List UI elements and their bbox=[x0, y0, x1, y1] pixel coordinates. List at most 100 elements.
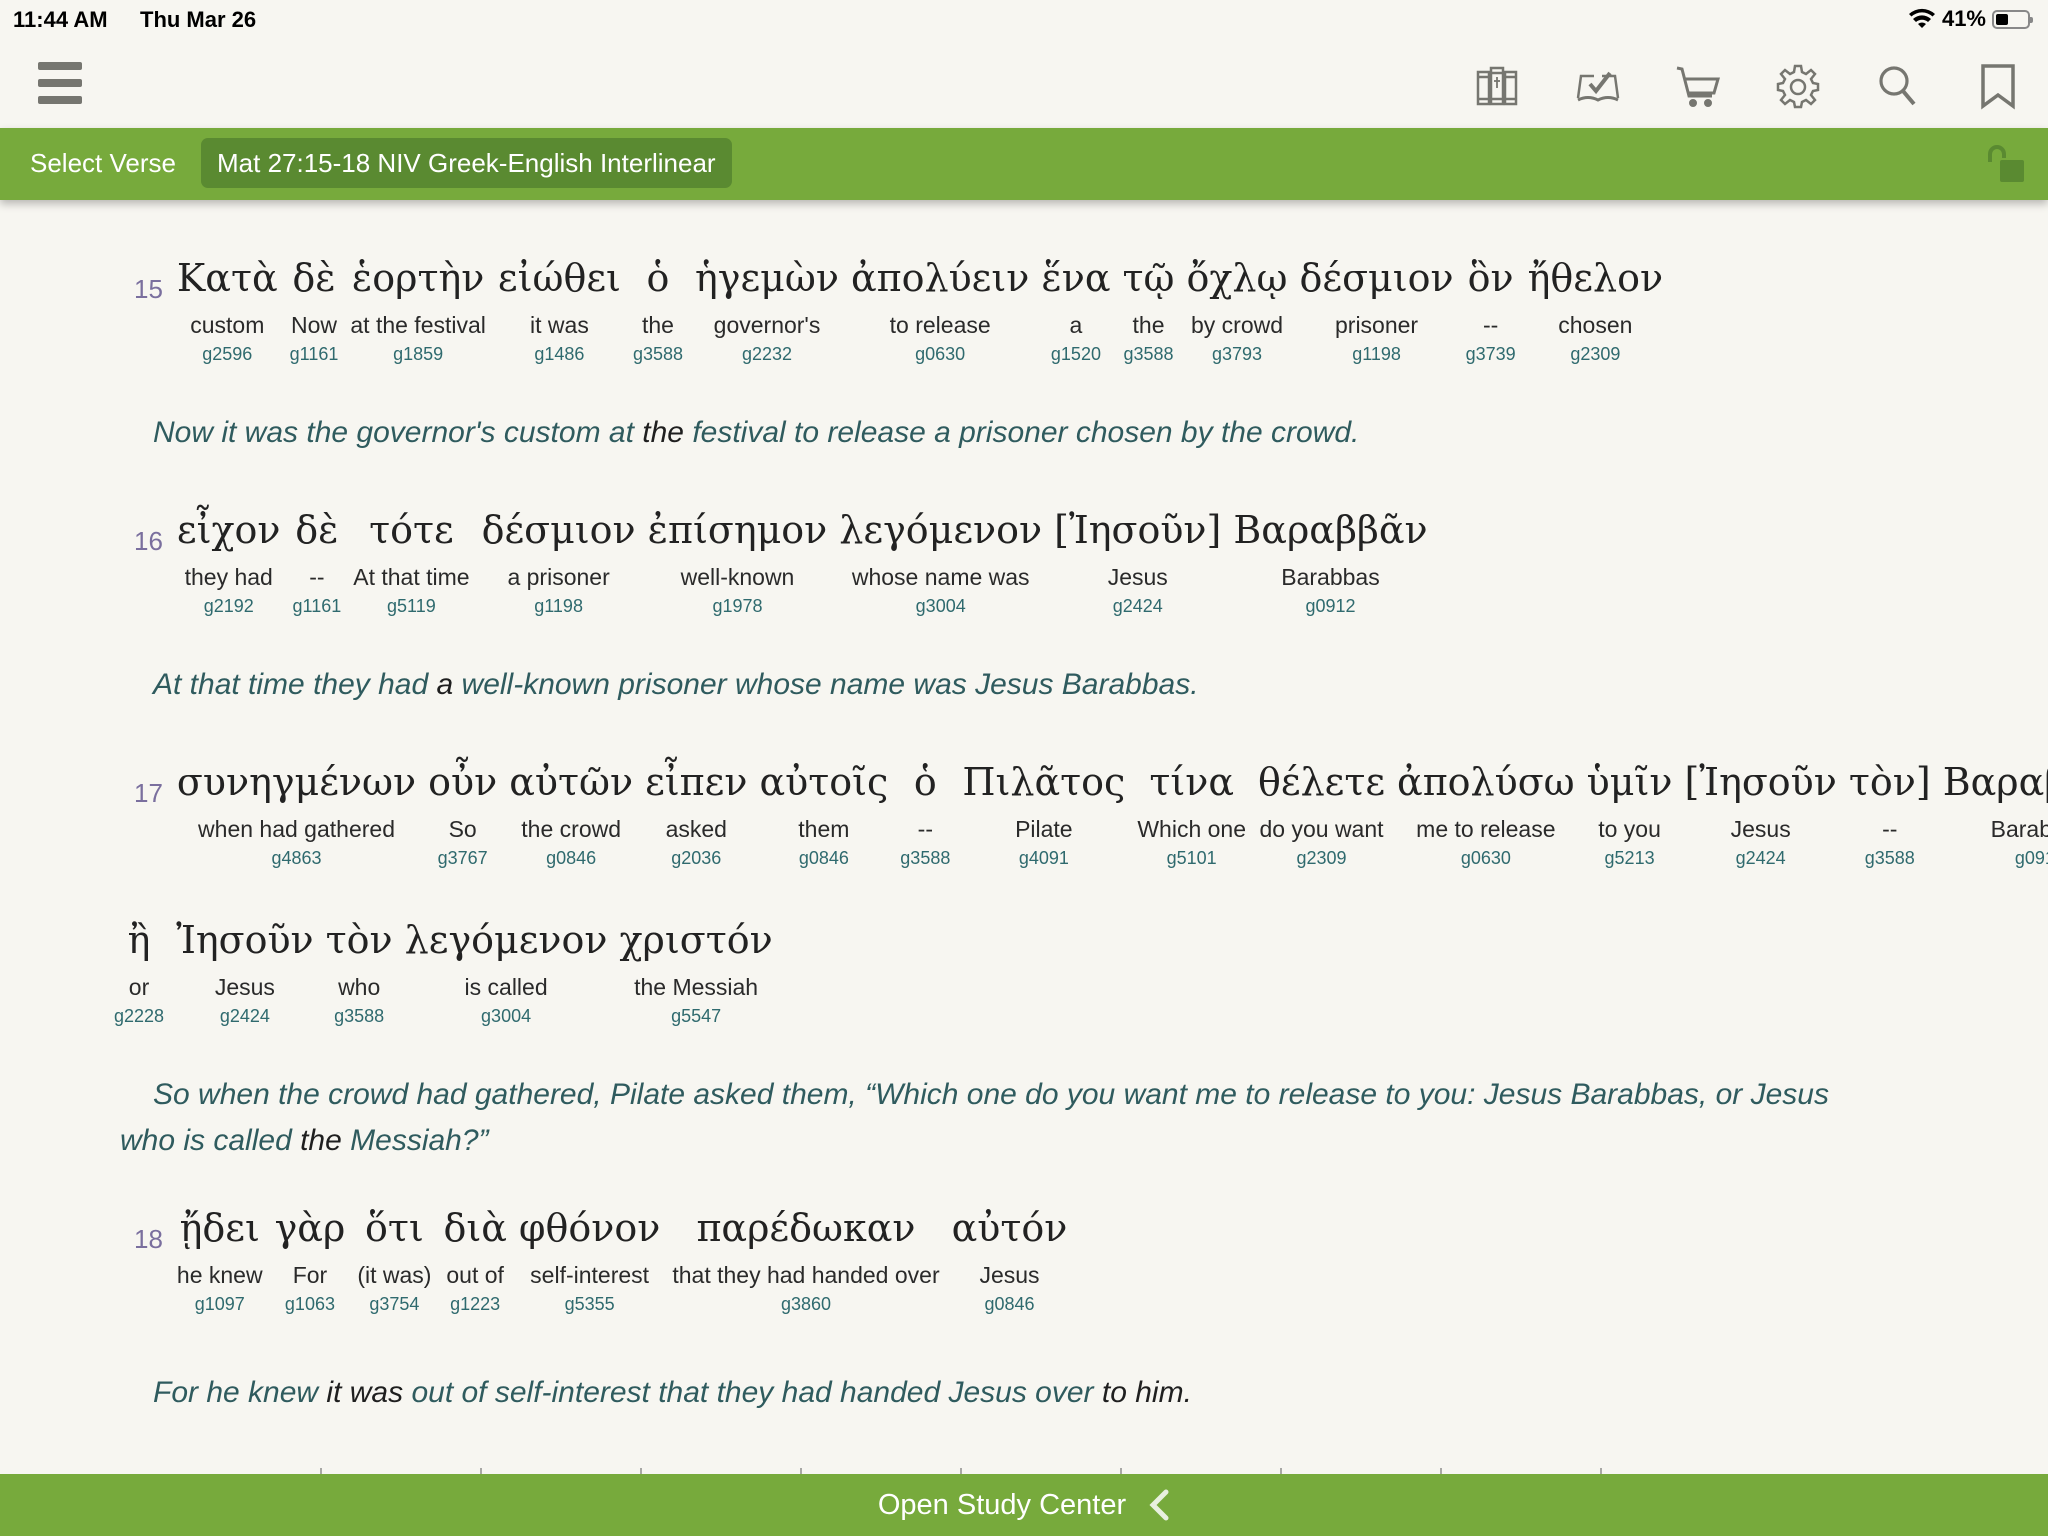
interlinear-word[interactable]: ἐπίσημον well-known g1978 bbox=[648, 502, 828, 620]
interlinear-word[interactable]: ἀπολύειν to release g0630 bbox=[851, 250, 1029, 368]
interlinear-word[interactable]: ἢ or g2228 bbox=[114, 912, 164, 1030]
settings-button[interactable] bbox=[1772, 60, 1824, 112]
strongs-number-link[interactable]: g3739 bbox=[1466, 340, 1516, 368]
interlinear-word[interactable]: Πιλᾶτος Pilate g4091 bbox=[962, 754, 1125, 872]
strongs-number-link[interactable]: g1198 bbox=[534, 592, 583, 620]
strongs-number-link[interactable]: g5547 bbox=[671, 1002, 721, 1030]
strongs-number-link[interactable]: g4863 bbox=[271, 844, 321, 872]
interlinear-word[interactable]: χριστόν the Messiah g5547 bbox=[620, 912, 773, 1030]
strongs-number-link[interactable]: g0846 bbox=[546, 844, 596, 872]
strongs-number-link[interactable]: g1223 bbox=[450, 1290, 500, 1318]
strongs-number-link[interactable]: g3793 bbox=[1212, 340, 1262, 368]
interlinear-word[interactable]: τότε At that time g5119 bbox=[353, 502, 469, 620]
interlinear-word[interactable]: ἡγεμὼν governor's g2232 bbox=[695, 250, 839, 368]
strongs-number-link[interactable]: g1978 bbox=[712, 592, 762, 620]
strongs-number-link[interactable]: g5119 bbox=[387, 592, 436, 620]
strongs-number-link[interactable]: g0912 bbox=[1305, 592, 1355, 620]
interlinear-word[interactable]: διὰ out of g1223 bbox=[443, 1200, 506, 1318]
verse-number[interactable]: 16 bbox=[134, 526, 163, 557]
strongs-number-link[interactable]: g2596 bbox=[202, 340, 252, 368]
interlinear-word[interactable]: ὅτι (it was) g3754 bbox=[357, 1200, 431, 1318]
strongs-number-link[interactable]: g1198 bbox=[1352, 340, 1401, 368]
strongs-number-link[interactable]: g2192 bbox=[204, 592, 254, 620]
strongs-number-link[interactable]: g3588 bbox=[900, 844, 950, 872]
interlinear-word[interactable]: τίνα Which one g5101 bbox=[1137, 754, 1246, 872]
strongs-number-link[interactable]: g3754 bbox=[369, 1290, 419, 1318]
strongs-number-link[interactable]: g3588 bbox=[1123, 340, 1173, 368]
open-study-center-button[interactable]: Open Study Center bbox=[0, 1474, 2048, 1536]
interlinear-word[interactable]: λεγόμενον whose name was g3004 bbox=[839, 502, 1042, 620]
interlinear-word[interactable]: αὐτοῖς them g0846 bbox=[759, 754, 888, 872]
strongs-number-link[interactable]: g5355 bbox=[565, 1290, 615, 1318]
reference-selector[interactable]: Mat 27:15-18 NIV Greek-English Interline… bbox=[201, 138, 732, 188]
strongs-number-link[interactable]: g1486 bbox=[534, 340, 584, 368]
interlinear-word[interactable]: τὸν who g3588 bbox=[326, 912, 393, 1030]
interlinear-word[interactable]: ὃν -- g3739 bbox=[1466, 250, 1516, 368]
interlinear-word[interactable]: αὐτῶν the crowd g0846 bbox=[509, 754, 633, 872]
strongs-number-link[interactable]: g3588 bbox=[1865, 844, 1915, 872]
interlinear-word[interactable]: ἕνα a g1520 bbox=[1041, 250, 1110, 368]
cart-button[interactable] bbox=[1672, 60, 1724, 112]
interlinear-word[interactable]: γὰρ For g1063 bbox=[275, 1200, 346, 1318]
interlinear-word[interactable]: ᾔδει he knew g1097 bbox=[177, 1200, 263, 1318]
strongs-number-link[interactable]: g1161 bbox=[293, 592, 342, 620]
strongs-number-link[interactable]: g0630 bbox=[1461, 844, 1511, 872]
interlinear-word[interactable]: [Ἰησοῦν] Jesus g2424 bbox=[1054, 502, 1221, 620]
strongs-number-link[interactable]: g3004 bbox=[916, 592, 966, 620]
strongs-number-link[interactable]: g5101 bbox=[1167, 844, 1217, 872]
interlinear-word[interactable]: ἑορτὴν at the festival g1859 bbox=[350, 250, 486, 368]
strongs-number-link[interactable]: g3588 bbox=[334, 1002, 384, 1030]
interlinear-word[interactable]: δὲ Now g1161 bbox=[290, 250, 339, 368]
interlinear-word[interactable]: ὁ the g3588 bbox=[633, 250, 683, 368]
strongs-number-link[interactable]: g2228 bbox=[114, 1002, 164, 1030]
strongs-number-link[interactable]: g4091 bbox=[1019, 844, 1069, 872]
strongs-number-link[interactable]: g3004 bbox=[481, 1002, 531, 1030]
interlinear-word[interactable]: αὐτόν Jesus g0846 bbox=[952, 1200, 1068, 1318]
verse-number[interactable]: 17 bbox=[134, 778, 163, 809]
strongs-number-link[interactable]: g2424 bbox=[220, 1002, 270, 1030]
interlinear-word[interactable]: οὖν So g3767 bbox=[428, 754, 497, 872]
interlinear-word[interactable]: συνηγμένων when had gathered g4863 bbox=[177, 754, 416, 872]
strongs-number-link[interactable]: g2036 bbox=[671, 844, 721, 872]
strongs-number-link[interactable]: g1161 bbox=[290, 340, 339, 368]
strongs-number-link[interactable]: g2309 bbox=[1296, 844, 1346, 872]
strongs-number-link[interactable]: g0846 bbox=[799, 844, 849, 872]
interlinear-word[interactable]: φθόνον self-interest g5355 bbox=[519, 1200, 660, 1318]
strongs-number-link[interactable]: g2309 bbox=[1570, 340, 1620, 368]
strongs-number-link[interactable]: g1097 bbox=[195, 1290, 245, 1318]
strongs-number-link[interactable]: g3860 bbox=[781, 1290, 831, 1318]
menu-button[interactable] bbox=[38, 62, 82, 104]
strongs-number-link[interactable]: g0912 bbox=[2015, 844, 2048, 872]
lock-button[interactable] bbox=[1984, 142, 2028, 186]
strongs-number-link[interactable]: g2232 bbox=[742, 340, 792, 368]
interlinear-word[interactable]: Ἰησοῦν Jesus g2424 bbox=[176, 912, 314, 1030]
interlinear-word[interactable]: δέσμιον prisoner g1198 bbox=[1300, 250, 1454, 368]
interlinear-word[interactable]: τῷ the g3588 bbox=[1123, 250, 1175, 368]
interlinear-word[interactable]: δέσμιον a prisoner g1198 bbox=[482, 502, 636, 620]
interlinear-word[interactable]: εἶπεν asked g2036 bbox=[645, 754, 747, 872]
interlinear-word[interactable]: τὸν] -- g3588 bbox=[1849, 754, 1931, 872]
strongs-number-link[interactable]: g2424 bbox=[1113, 592, 1163, 620]
strongs-number-link[interactable]: g2424 bbox=[1736, 844, 1786, 872]
interlinear-word[interactable]: παρέδωκαν that they had handed over g3860 bbox=[672, 1200, 939, 1318]
strongs-number-link[interactable]: g0630 bbox=[915, 340, 965, 368]
strongs-number-link[interactable]: g1063 bbox=[285, 1290, 335, 1318]
library-button[interactable] bbox=[1472, 60, 1524, 112]
strongs-number-link[interactable]: g1859 bbox=[393, 340, 443, 368]
strongs-number-link[interactable]: g3588 bbox=[633, 340, 683, 368]
interlinear-word[interactable]: ὄχλῳ by crowd g3793 bbox=[1187, 250, 1288, 368]
reading-plan-button[interactable] bbox=[1572, 60, 1624, 112]
interlinear-word[interactable]: Κατὰ custom g2596 bbox=[177, 250, 278, 368]
interlinear-word[interactable]: δὲ -- g1161 bbox=[293, 502, 342, 620]
strongs-number-link[interactable]: g3767 bbox=[438, 844, 488, 872]
interlinear-word[interactable]: ὑμῖν to you g5213 bbox=[1587, 754, 1673, 872]
strongs-number-link[interactable]: g1520 bbox=[1051, 340, 1101, 368]
interlinear-word[interactable]: εἰώθει it was g1486 bbox=[498, 250, 621, 368]
verse-number[interactable]: 15 bbox=[134, 274, 163, 305]
interlinear-word[interactable]: ἀπολύσω me to release g0630 bbox=[1397, 754, 1575, 872]
strongs-number-link[interactable]: g0846 bbox=[984, 1290, 1034, 1318]
interlinear-word[interactable]: Βαραββᾶν Barabbasg0912 bbox=[1943, 754, 2048, 872]
interlinear-word[interactable]: θέλετε do you want g2309 bbox=[1258, 754, 1385, 872]
interlinear-word[interactable]: λεγόμενον is called g3004 bbox=[405, 912, 608, 1030]
interlinear-word[interactable]: εἶχον they had g2192 bbox=[177, 502, 281, 620]
